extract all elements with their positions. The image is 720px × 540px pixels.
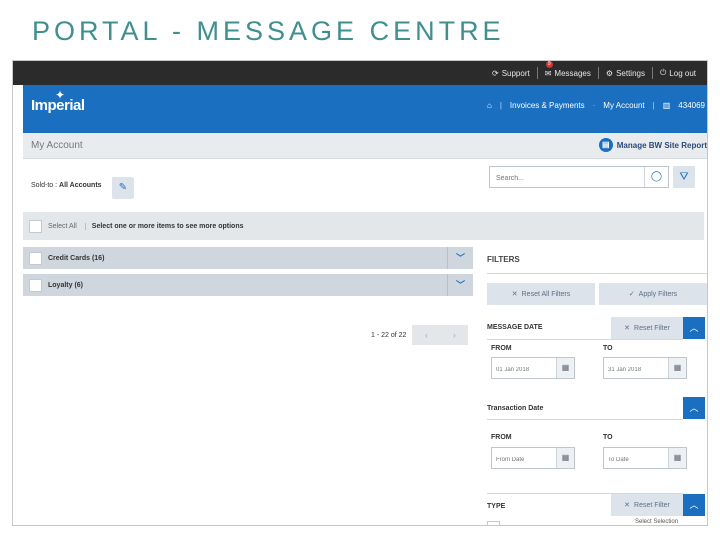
filters-title: FILTERS (487, 255, 520, 264)
message-date-reset-button[interactable]: ✕ Reset Filter (611, 317, 683, 339)
edit-sold-to-button[interactable]: ✎ (112, 177, 134, 199)
group-label: Loyalty (6) (48, 281, 84, 289)
group-checkbox[interactable] (29, 251, 42, 265)
chevron-up-icon: ︿ (689, 500, 699, 510)
message-date-to-input[interactable] (604, 360, 668, 380)
search-box: ◯ (489, 166, 669, 189)
group-checkbox[interactable] (29, 278, 42, 292)
select-hint: Select one or more items to see more opt… (91, 222, 244, 230)
settings-link[interactable]: ⚙ Settings (597, 67, 652, 79)
apply-filters-button[interactable]: ✓ Apply Filters (599, 283, 707, 305)
calendar-icon[interactable]: ▦ (668, 358, 686, 378)
utility-bar: ⟳ Support ✉ 9 Messages ⚙ Settings ⏻ Log … (13, 61, 707, 85)
to-label: TO (603, 434, 613, 441)
messages-badge: 9 (545, 61, 553, 68)
message-date-collapse-toggle[interactable]: ︿ (683, 317, 705, 339)
power-icon: ⏻ (659, 68, 667, 77)
group-label: Credit Cards (16) (48, 254, 105, 262)
logout-link[interactable]: ⏻ Log out (651, 67, 703, 79)
prev-page-button[interactable]: ‹ (412, 325, 441, 345)
group-loyalty[interactable]: Loyalty (6) ﹀ (23, 274, 473, 296)
calendar-icon[interactable]: ▦ (668, 448, 686, 468)
chevron-down-icon[interactable]: ﹀ (447, 247, 473, 269)
slide-title: PORTAL - MESSAGE CENTRE (32, 16, 505, 46)
mail-icon: ✉ (544, 68, 552, 78)
transaction-date-title: Transaction Date (487, 405, 544, 412)
type-reset-button[interactable]: ✕ Reset Filter (611, 494, 683, 516)
transaction-date-from-field: ▦ (491, 447, 575, 470)
nav-invoices-payments[interactable]: Invoices & Payments (510, 101, 585, 110)
main-header: ✦ Imperial ⌂ | Invoices & Payments · My … (23, 85, 707, 133)
group-credit-cards[interactable]: Credit Cards (16) ﹀ (23, 247, 473, 269)
sold-to-label: Sold-to : All Accounts (31, 182, 102, 189)
check-icon: ✓ (628, 291, 635, 298)
message-date-from-input[interactable] (492, 360, 556, 380)
message-date-from-field: ▦ (491, 357, 575, 380)
from-label: FROM (491, 345, 512, 352)
divider (487, 273, 707, 274)
chevron-up-icon: ︿ (689, 323, 699, 333)
select-all-bar: Select All Select one or more items to s… (23, 212, 704, 240)
transaction-date-to-field: ▦ (603, 447, 687, 470)
manage-site-report-link[interactable]: ▤ Manage BW Site Report (598, 138, 707, 152)
filter-toggle-button[interactable]: ⛛ (673, 166, 695, 188)
search-input[interactable] (490, 168, 640, 189)
type-title: TYPE (487, 503, 506, 510)
close-icon: ✕ (624, 502, 631, 509)
to-label: TO (603, 345, 613, 352)
select-all-label: Select All (48, 222, 86, 230)
report-icon: ▤ (598, 138, 613, 152)
chevron-down-icon[interactable]: ﹀ (447, 274, 473, 296)
nav-my-account[interactable]: My Account (603, 101, 644, 110)
portal-screenshot: ⟳ Support ✉ 9 Messages ⚙ Settings ⏻ Log … (12, 60, 708, 526)
messages-link[interactable]: ✉ 9 Messages (536, 61, 598, 79)
support-link[interactable]: ⟳ Support (485, 67, 537, 79)
sold-to-value: All Accounts (59, 182, 102, 189)
gear-icon: ⚙ (605, 68, 614, 78)
transaction-date-from-input[interactable] (492, 450, 556, 470)
select-selection-link[interactable]: Select Selection (635, 519, 678, 525)
reset-all-filters-button[interactable]: ✕ Reset All Filters (487, 283, 595, 305)
filters-panel: FILTERS ✕ Reset All Filters ✓ Apply Filt… (487, 249, 707, 525)
support-icon: ⟳ (491, 68, 499, 78)
main-nav: ⌂ | Invoices & Payments · My Account | ▥… (487, 101, 705, 110)
calendar-icon[interactable]: ▦ (556, 358, 574, 378)
funnel-icon: ⛛ (679, 171, 689, 183)
from-label: FROM (491, 434, 512, 441)
type-collapse-toggle[interactable]: ︿ (683, 494, 705, 516)
transaction-date-to-input[interactable] (604, 450, 668, 470)
pagination-text: 1 - 22 of 22 (371, 331, 407, 339)
pencil-icon: ✎ (118, 182, 128, 193)
type-checkbox[interactable] (487, 521, 500, 525)
close-icon: ✕ (511, 291, 518, 298)
calendar-icon[interactable]: ▦ (556, 448, 574, 468)
building-icon: ▥ (662, 101, 671, 110)
account-number[interactable]: 434069 (678, 101, 705, 110)
chevron-up-icon: ︿ (689, 403, 699, 413)
divider (487, 339, 683, 340)
next-page-button[interactable]: › (440, 325, 469, 345)
imperial-logo[interactable]: Imperial (31, 97, 85, 114)
page-title: My Account (31, 140, 83, 151)
message-date-to-field: ▦ (603, 357, 687, 380)
home-icon[interactable]: ⌂ (487, 101, 492, 110)
divider (487, 419, 683, 420)
message-date-title: MESSAGE DATE (487, 324, 543, 331)
pagination: 1 - 22 of 22 ‹ › (371, 325, 469, 345)
search-icon[interactable]: ◯ (644, 167, 668, 187)
close-icon: ✕ (624, 325, 631, 332)
account-bar: My Account ▤ Manage BW Site Report (23, 133, 707, 159)
transaction-date-collapse-toggle[interactable]: ︿ (683, 397, 705, 419)
select-all-checkbox[interactable] (29, 219, 42, 233)
